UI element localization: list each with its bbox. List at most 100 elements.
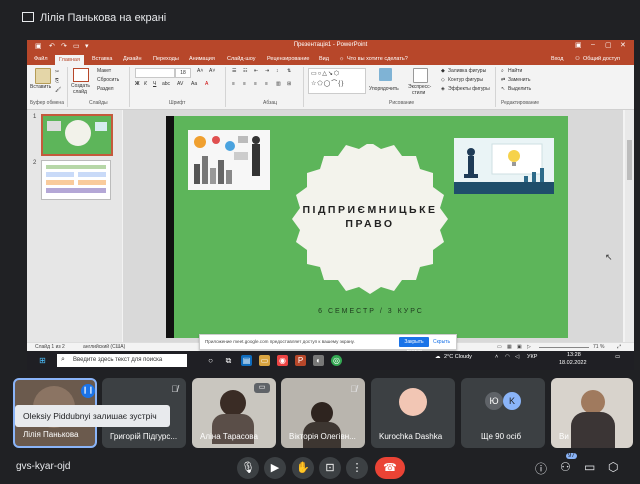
replace-icon[interactable]: ⇄ <box>501 77 505 83</box>
tab-slideshow[interactable]: Слайд-шоу <box>227 56 256 62</box>
effects-icon[interactable]: ◈ <box>441 86 445 92</box>
quick-styles-label-2[interactable]: стили <box>412 90 425 96</box>
app-icon[interactable]: ◐ <box>313 355 324 366</box>
arrange-button[interactable]: Упорядочить <box>369 86 399 92</box>
indent-inc-icon[interactable]: ⇥ <box>265 68 269 74</box>
arrange-icon[interactable] <box>379 68 392 81</box>
raise-hand-button[interactable]: ✋ <box>292 457 314 479</box>
tray-chevron-icon[interactable]: ˄ <box>495 354 498 360</box>
reset-button[interactable]: Сбросить <box>97 77 119 83</box>
fit-to-window-icon[interactable]: ⤢ <box>617 344 621 350</box>
tell-me-box[interactable]: Что вы хотите сделать? <box>347 56 408 62</box>
maximize-icon[interactable]: ▢ <box>605 41 612 49</box>
powerpoint-taskbar-icon[interactable]: P <box>295 355 306 366</box>
spacing-icon[interactable]: AV <box>177 81 183 87</box>
shape-fill-button[interactable]: Заливка фигуры <box>448 68 486 74</box>
replace-button[interactable]: Заменить <box>508 77 530 83</box>
shapes-icon[interactable]: ▭○△↘⬡ <box>311 70 340 77</box>
slide-thumbnail-1[interactable] <box>41 114 113 156</box>
section-button[interactable]: Раздел <box>97 86 114 92</box>
tab-review[interactable]: Рецензирование <box>267 56 309 62</box>
scroll-thumb[interactable] <box>627 140 632 180</box>
new-slide-icon[interactable] <box>73 68 89 82</box>
font-size-field[interactable]: 18 <box>175 68 191 78</box>
select-button[interactable]: Выделить <box>508 86 531 92</box>
mic-button[interactable]: 🎙 <box>237 457 259 479</box>
fill-icon[interactable]: ◆ <box>441 68 445 74</box>
file-explorer-icon[interactable]: ▭ <box>259 355 270 366</box>
grow-font-icon[interactable]: A˄ <box>197 68 203 74</box>
case-icon[interactable]: Aa <box>191 81 197 87</box>
vertical-scrollbar[interactable] <box>625 110 634 342</box>
find-icon[interactable]: ⌕ <box>501 68 504 74</box>
strikethrough-icon[interactable]: abc <box>162 81 170 87</box>
clock-time[interactable]: 13:28 <box>567 352 581 358</box>
view-reading-icon[interactable]: ▣ <box>517 344 522 350</box>
view-sorter-icon[interactable]: ▦ <box>507 344 512 350</box>
app-icon[interactable]: ◉ <box>277 355 288 366</box>
view-normal-icon[interactable]: ▭ <box>497 344 502 350</box>
shrink-font-icon[interactable]: A˅ <box>209 68 215 74</box>
weather-status[interactable]: 2°C Cloudy <box>444 354 472 360</box>
line-spacing-icon[interactable]: ↕ <box>276 68 279 74</box>
zoom-slider[interactable] <box>539 347 589 348</box>
italic-icon[interactable]: К <box>144 81 147 87</box>
ribbon-options-icon[interactable]: ▣ <box>575 41 582 49</box>
shapes-gallery[interactable]: ▭○△↘⬡ ☆⬠◯⌒{} <box>308 68 366 94</box>
underline-icon[interactable]: Ч <box>153 81 156 87</box>
align-right-icon[interactable]: ≡ <box>254 81 257 87</box>
keyboard-language[interactable]: УКР <box>527 354 537 360</box>
language-status[interactable]: английский (США) <box>83 344 125 350</box>
align-center-icon[interactable]: ≡ <box>243 81 246 87</box>
hide-notification-button[interactable]: Скрыть <box>433 339 450 345</box>
view-slideshow-icon[interactable]: ▷ <box>527 344 531 350</box>
new-slide-label-2[interactable]: слайд <box>73 89 87 95</box>
tab-animations[interactable]: Анимация <box>189 56 215 62</box>
text-direction-icon[interactable]: ⇅ <box>287 68 291 74</box>
leave-call-button[interactable]: ☎ <box>375 457 405 479</box>
more-participants-tile[interactable]: Ю K Ще 90 осіб <box>461 378 545 448</box>
numbering-icon[interactable]: ☷ <box>243 68 247 74</box>
quick-styles-icon[interactable] <box>413 68 428 83</box>
paste-icon[interactable] <box>35 68 51 84</box>
align-left-icon[interactable]: ≡ <box>232 81 235 87</box>
tab-home[interactable]: Главная <box>55 55 84 65</box>
cortana-icon[interactable]: ○ <box>205 355 216 366</box>
self-view-tile[interactable]: Ви <box>551 378 633 448</box>
activities-icon[interactable]: ⬡ <box>608 460 618 474</box>
smartart-icon[interactable]: ⊞ <box>287 81 291 87</box>
participant-tile[interactable]: ▭ Аліна Тарасова <box>192 378 276 448</box>
windows-start-icon[interactable]: ⊞ <box>37 355 48 366</box>
tab-view[interactable]: Вид <box>319 56 329 62</box>
close-icon[interactable]: ✕ <box>620 41 626 49</box>
slide-thumbnail-2[interactable] <box>41 160 111 200</box>
present-button[interactable]: ⊡ <box>319 457 341 479</box>
justify-icon[interactable]: ≡ <box>265 81 268 87</box>
tab-file[interactable]: Файл <box>34 56 48 62</box>
taskbar-search[interactable]: ⌕ Введите здесь текст для поиска <box>57 354 187 367</box>
people-icon[interactable]: ⚇ <box>560 460 571 474</box>
shape-effects-button[interactable]: Эффекты фигуры <box>448 86 490 92</box>
participant-tile[interactable]: 🎙̸ Вікторія Олегівн... <box>281 378 365 448</box>
more-options-button[interactable]: ⋮ <box>346 457 368 479</box>
info-icon[interactable]: ⓘ <box>535 460 547 477</box>
pin-icon[interactable]: ▭ <box>254 383 270 393</box>
participant-tile[interactable]: Kurochka Dashka <box>371 378 455 448</box>
volume-icon[interactable]: ◁ <box>515 354 519 360</box>
columns-icon[interactable]: ▥ <box>276 81 281 87</box>
task-manager-icon[interactable]: ▤ <box>241 355 252 366</box>
font-name-field[interactable] <box>135 68 175 78</box>
font-color-icon[interactable]: A <box>205 81 208 87</box>
outline-icon[interactable]: ◇ <box>441 77 445 83</box>
weather-icon[interactable]: ☁ <box>435 354 441 360</box>
bold-icon[interactable]: Ж <box>135 81 140 87</box>
minimize-icon[interactable]: – <box>591 41 595 48</box>
task-view-icon[interactable]: ⧉ <box>223 355 234 366</box>
sign-in-link[interactable]: Вход <box>551 56 563 62</box>
copy-icon[interactable]: ⎘ <box>55 78 59 84</box>
layout-button[interactable]: Макет <box>97 68 111 74</box>
tab-design[interactable]: Дизайн <box>123 56 142 62</box>
bullets-icon[interactable]: ☰ <box>232 68 236 74</box>
shapes-icon-row2[interactable]: ☆⬠◯⌒{} <box>311 78 344 87</box>
find-button[interactable]: Найти <box>508 68 522 74</box>
